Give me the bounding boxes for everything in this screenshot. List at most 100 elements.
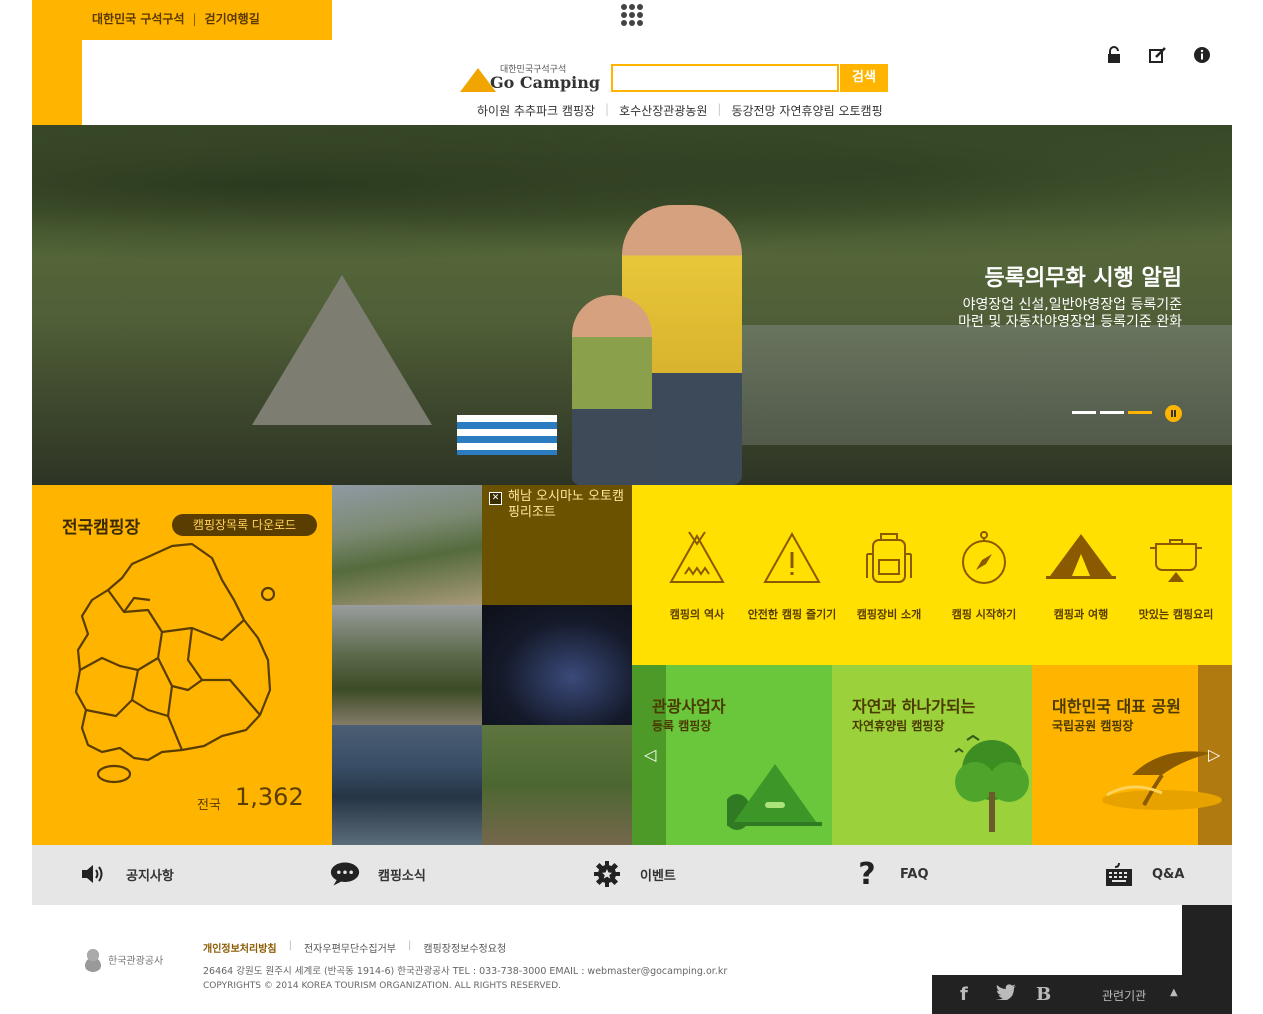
tent-illustration-icon	[727, 764, 822, 830]
tile-subtitle: 등록 캠핑장	[652, 719, 712, 733]
blog-icon[interactable]: B	[1036, 984, 1051, 1005]
hero-banner[interactable]: 등록의무화 시행 알림 야영장업 신설,일반야영장업 등록기준 마련 및 자동차…	[32, 125, 1232, 485]
count-label: 전국	[197, 798, 221, 813]
quick-link[interactable]: 동강전망 자연휴양림 오토캠핑	[731, 102, 882, 119]
map-title: 전국캠핑장	[62, 518, 141, 538]
nav-label: FAQ	[900, 866, 929, 882]
quick-link[interactable]: 하이원 추추파크 캠핑장	[477, 102, 595, 119]
footer-address: 26464 강원도 원주시 세계로 (반곡동 1914-6) 한국관광공사 TE…	[203, 966, 728, 977]
top-icon-group	[1105, 46, 1211, 64]
hero-title: 등록의무화 시행 알림	[984, 266, 1182, 291]
search-input[interactable]	[611, 64, 839, 92]
apps-grid-icon[interactable]	[621, 4, 643, 26]
menu-item-start[interactable]: 캠핑 시작하기	[936, 530, 1032, 622]
download-list-button[interactable]: 캠핑장목록 다운로드	[172, 514, 317, 536]
separator: |	[288, 940, 292, 951]
nav-faq[interactable]: ? FAQ	[852, 856, 929, 892]
menu-item-cooking[interactable]: 맛있는 캠핑요리	[1128, 530, 1224, 622]
camping-count: 1,362	[235, 783, 304, 811]
hero-person-child	[572, 295, 652, 485]
twitter-icon[interactable]	[996, 984, 1016, 1005]
featured-campsite[interactable]: ✕ 해남 오시마노 오토캠핑리조트	[482, 485, 632, 605]
nav-label: Q&A	[1152, 866, 1185, 882]
hero-subtitle-line: 마련 및 자동차야영장업 등록기준 완화	[958, 314, 1182, 330]
question-icon: ?	[858, 856, 876, 892]
slide-dot[interactable]	[1100, 411, 1124, 414]
menu-item-safety[interactable]: 안전한 캠핑 즐기기	[744, 530, 840, 622]
search-button[interactable]: 검색	[840, 64, 888, 92]
nav-label: 이벤트	[640, 868, 676, 884]
tiles-prev-arrow-icon[interactable]: ◁	[644, 745, 656, 764]
nav-news[interactable]: 캠핑소식	[330, 859, 426, 889]
separator: |	[717, 102, 722, 116]
tiles-next-arrow-icon[interactable]: ▷	[1208, 745, 1220, 764]
slide-dot-active[interactable]	[1128, 411, 1152, 414]
footer-copyright: COPYRIGHTS © 2014 KOREA TOURISM ORGANIZA…	[203, 981, 561, 991]
related-sites[interactable]: 관련기관	[1102, 987, 1146, 1004]
hero-subtitle-line: 야영장업 신설,일반야영장업 등록기준	[962, 297, 1182, 313]
tile-title: 대한민국 대표 공원	[1052, 697, 1181, 716]
featured-title: 해남 오시마노 오토캠핑리조트	[508, 489, 624, 520]
footer-social-bar: f B 관련기관 ▲	[932, 975, 1232, 1014]
org-mark-icon	[82, 946, 104, 972]
camping-guide-menu: 캠핑의 역사 안전한 캠핑 즐기기 캠핑장비 소개 캠핑 시작하기 캠핑과 여행…	[632, 485, 1232, 665]
korea-map-icon[interactable]	[62, 540, 282, 785]
tile-forest-campsites[interactable]: 자연과 하나가되는 자연휴양림 캠핑장	[832, 665, 1032, 845]
chevron-up-icon[interactable]: ▲	[1170, 987, 1178, 998]
hero-tent	[252, 275, 432, 425]
camping-map-panel: 전국캠핑장 캠핑장목록 다운로드 전국 1,362	[32, 485, 332, 845]
edit-icon[interactable]	[1149, 46, 1167, 64]
campsite-photo[interactable]	[332, 485, 482, 605]
warning-icon	[763, 531, 821, 583]
close-icon[interactable]: ✕	[489, 492, 502, 505]
campsite-photo[interactable]	[482, 725, 632, 845]
hero-subtitle: 야영장업 신설,일반야영장업 등록기준 마련 및 자동차야영장업 등록기준 완화	[862, 297, 1182, 331]
hero-lake	[672, 325, 1232, 445]
menu-label: 캠핑 시작하기	[951, 608, 1017, 621]
pause-icon[interactable]	[1165, 405, 1182, 422]
campsite-photo[interactable]	[482, 605, 632, 725]
gear-icon	[592, 859, 622, 889]
tile-registered-campsites[interactable]: 관광사업자 등록 캠핑장	[632, 665, 832, 845]
site-logo[interactable]: 대한민국구석구석 Go Camping	[460, 62, 605, 96]
info-icon[interactable]	[1193, 46, 1211, 64]
nav-notice[interactable]: 공지사항	[78, 859, 174, 889]
quick-link[interactable]: 호수산장관광농원	[619, 102, 707, 119]
top-utility-bar: 대한민국 구석구석 | 걷기여행길	[32, 0, 332, 40]
photo-grid: ✕ 해남 오시마노 오토캠핑리조트	[332, 485, 632, 845]
email-refusal-link[interactable]: 전자우편무단수집거부	[304, 940, 396, 955]
compass-icon	[962, 531, 1006, 584]
tree-illustration-icon	[954, 734, 1029, 832]
speaker-icon	[78, 859, 108, 889]
tile-subtitle: 국립공원 캠핑장	[1052, 719, 1134, 733]
site-link-korea[interactable]: 대한민국 구석구석	[92, 10, 185, 27]
menu-label: 안전한 캠핑 즐기기	[747, 608, 837, 621]
org-logo: 한국관광공사	[82, 946, 163, 972]
bottom-nav: 공지사항 캠핑소식 이벤트 ? FAQ Q&A	[32, 845, 1232, 905]
site-link-walking[interactable]: 걷기여행길	[205, 10, 260, 27]
nav-event[interactable]: 이벤트	[592, 859, 676, 889]
menu-item-gear[interactable]: 캠핑장비 소개	[841, 530, 937, 622]
campsite-photo[interactable]	[332, 605, 482, 725]
info-correction-link[interactable]: 캠핑장정보수정요청	[423, 940, 506, 955]
backpack-icon	[866, 533, 912, 583]
slide-dot[interactable]	[1072, 411, 1096, 414]
org-name: 한국관광공사	[108, 955, 164, 967]
campsite-photo[interactable]	[332, 725, 482, 845]
tile-title: 자연과 하나가되는	[852, 697, 976, 716]
lock-icon[interactable]	[1105, 46, 1123, 64]
menu-item-history[interactable]: 캠핑의 역사	[649, 530, 745, 622]
separator: |	[192, 11, 197, 26]
tent-icon	[669, 531, 725, 583]
facebook-icon[interactable]: f	[960, 984, 968, 1005]
nav-qna[interactable]: Q&A	[1104, 859, 1184, 889]
tile-national-park-campsites[interactable]: 대한민국 대표 공원 국립공원 캠핑장	[1032, 665, 1232, 845]
menu-item-travel[interactable]: 캠핑과 여행	[1033, 530, 1129, 622]
menu-label: 캠핑장비 소개	[856, 608, 922, 621]
privacy-policy-link[interactable]: 개인정보처리방침	[203, 940, 277, 955]
separator: |	[407, 940, 412, 951]
menu-label: 맛있는 캠핑요리	[1138, 608, 1214, 621]
nav-label: 공지사항	[126, 868, 174, 884]
side-strip	[32, 40, 82, 125]
menu-label: 캠핑과 여행	[1053, 608, 1109, 621]
